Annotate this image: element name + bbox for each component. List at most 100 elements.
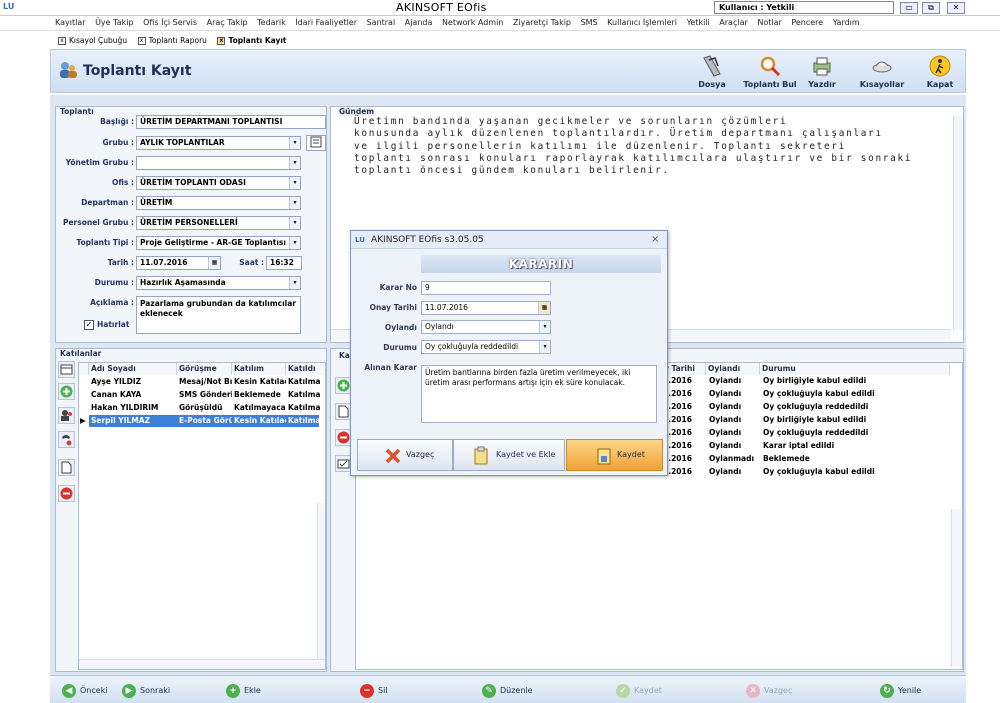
chevron-down-icon[interactable]: ▾ [289,277,300,289]
table-row-katilim[interactable]: Beklemede [232,389,286,401]
karar-row-durumu[interactable]: Oy birliğiyle kabul edildi [761,375,951,387]
sil-button[interactable]: − Sil [360,683,388,699]
column-header-adi-soyadi[interactable]: Adı Soyadı [89,363,177,375]
add-katilimci-button[interactable] [58,383,75,400]
table-row-gorusme[interactable]: E-Posta Görü [177,415,232,427]
menu-ofis-ici-servis[interactable]: Ofis İçi Servis [143,16,197,30]
hatirlat-checkbox[interactable]: ✓ [84,320,94,330]
karar-row-durumu[interactable]: Oy çokluğuyla reddedildi [761,427,951,439]
toplanti-bul-button[interactable]: Toplantı Bul [741,52,799,92]
new-document-button[interactable] [58,459,75,476]
dialog-vazgec-button[interactable]: Vazgeç [357,439,453,471]
remove-katilimci-button[interactable] [58,485,75,502]
karar-row-oylandi[interactable]: Oylandı [707,375,761,387]
phone-button[interactable] [58,431,75,448]
karar-durumu-select[interactable]: Oy çokluğuyla reddedildi ▾ [421,340,551,354]
menu-network-admin[interactable]: Network Admin [442,16,503,30]
ekle-button[interactable]: + Ekle [226,683,261,699]
table-row-gorusme[interactable]: Mesaj/Not Bı [177,376,232,388]
menu-ajanda[interactable]: Ajanda [405,16,433,30]
menu-kullanici-islemleri[interactable]: Kullanıcı İşlemleri [607,16,677,30]
karar-row-durumu[interactable]: Oy birliğiyle kabul edildi [761,414,951,426]
karar-row-oylandi[interactable]: Oylandı [707,401,761,413]
karar-row-oylandi[interactable]: Oylanmadı [707,453,761,465]
table-row-katilim[interactable]: Kesin Katılac [232,376,286,388]
oylandi-select[interactable]: Oylandı ▾ [421,320,551,334]
katilanlar-hscrollbar[interactable] [79,659,325,669]
saat-input[interactable]: 16:32 [266,256,302,270]
tab-kisayol-cubugu[interactable]: x Kısayol Çubuğu [58,32,127,49]
kisayollar-button[interactable]: Kısayollar [853,52,911,92]
menu-uye-takip[interactable]: Üye Takip [95,16,133,30]
karar-row-oylandi[interactable]: Oylandı [707,414,761,426]
baslik-input[interactable]: ÜRETİM DEPARTMANI TOPLANTISI [136,115,326,129]
table-row-katildi[interactable]: Katılma [286,415,325,427]
table-row-katilim[interactable]: Katılmayacal [232,402,286,414]
table-row-katildi[interactable]: Katılma [286,376,325,388]
menu-pencere[interactable]: Pencere [791,16,823,30]
kararlar-scrollbar[interactable] [951,509,961,667]
dialog-close-icon[interactable]: × [651,231,659,249]
users-button[interactable] [58,407,75,424]
dialog-kaydet-button[interactable]: Kaydet [566,439,663,471]
personel-grubu-select[interactable]: ÜRETİM PERSONELLERİ ▾ [136,216,301,230]
close-tab-icon[interactable]: x [217,37,226,45]
column-header-katilim[interactable]: Katılım [232,363,286,375]
restore-button[interactable]: ⧉ [922,2,940,14]
karar-row-oylandi[interactable]: Oylandı [707,440,761,452]
tab-toplanti-kayit[interactable]: x Toplantı Kayıt [217,32,287,49]
close-tab-icon[interactable]: x [137,37,146,45]
yonetim-grubu-select[interactable]: ▾ [136,156,301,170]
kapat-button[interactable]: Kapat [911,52,969,92]
close-tab-icon[interactable]: x [58,37,66,45]
tab-toplanti-raporu[interactable]: x Toplantı Raporu [137,32,207,49]
onceki-button[interactable]: ◀ Önceki [62,683,108,699]
durumu-select[interactable]: Hazırlık Aşamasında ▾ [136,276,301,290]
chevron-down-icon[interactable]: ▾ [539,341,550,353]
column-header-onay-tarihi[interactable]: y Tarihi [662,363,706,375]
chevron-down-icon[interactable]: ▾ [289,177,300,189]
toplanti-tipi-select[interactable]: Proje Geliştirme - AR-GE Toplantısı ▾ [136,236,301,250]
onay-tarihi-input[interactable]: 11.07.2016 ▦ [421,301,551,315]
vazgec-button[interactable]: ✕ Vazgeç [746,683,792,699]
dosya-button[interactable]: Dosya [683,52,741,92]
kaydet-button[interactable]: ✓ Kaydet [616,683,662,699]
column-header-durumu[interactable]: Durumu [760,363,950,375]
menu-sms[interactable]: SMS [581,16,598,30]
chevron-down-icon[interactable]: ▾ [289,217,300,229]
menu-notlar[interactable]: Notlar [757,16,781,30]
ofis-select[interactable]: ÜRETİM TOPLANTI ODASI ▾ [136,176,301,190]
kaydet-ve-ekle-button[interactable]: Kaydet ve Ekle [453,439,565,471]
karar-row-durumu[interactable]: Karar iptal edildi [761,440,951,452]
karar-row-durumu[interactable]: Oy çokluğuyla kabul edildi [761,466,951,478]
aciklama-textarea[interactable]: Pazarlama grubundan da katılımcılar ekle… [136,296,301,334]
menu-idari-faaliyetler[interactable]: İdari Faaliyetler [295,16,357,30]
alinan-karar-textarea[interactable]: Üretim bantlarına birden fazla üretim ve… [421,365,657,423]
karar-row-durumu[interactable]: Oy çokluğuyla reddedildi [761,401,951,413]
menu-yardim[interactable]: Yardım [833,16,860,30]
calendar-icon[interactable]: ▦ [208,257,220,269]
duzenle-button[interactable]: ✎ Düzenle [482,683,533,699]
table-row-gorusme[interactable]: SMS Gönderi [177,389,232,401]
yenile-button[interactable]: ↻ Yenile [880,683,921,699]
karar-row-durumu[interactable]: Oy çokluğuyla kabul edildi [761,388,951,400]
grup-tanim-button[interactable] [306,135,326,151]
minimize-button[interactable]: ▭ [900,2,918,14]
grubu-select[interactable]: AYLIK TOPLANTILAR ▾ [136,136,301,150]
karar-row-oylandi[interactable]: Oylandı [707,427,761,439]
table-row-katilim[interactable]: Kesin Katılac [232,415,286,427]
table-row-adi[interactable]: Serpil YILMAZ [89,415,177,427]
chevron-down-icon[interactable]: ▾ [289,197,300,209]
menu-santral[interactable]: Santral [367,16,396,30]
katilanlar-vscrollbar[interactable] [317,503,325,659]
karar-row-durumu[interactable]: Beklemede [761,453,951,465]
departman-select[interactable]: ÜRETİM ▾ [136,196,301,210]
table-row-adi[interactable]: Ayşe YILDIZ [89,376,177,388]
close-window-button[interactable]: ✕ [947,2,965,14]
calendar-icon[interactable]: ▦ [538,302,550,314]
grid-options-button[interactable] [58,361,75,378]
chevron-down-icon[interactable]: ▾ [289,157,300,169]
tarih-input[interactable]: 11.07.2016 ▦ [136,256,221,270]
table-row-adi[interactable]: Canan KAYA [89,389,177,401]
table-row-katildi[interactable]: Katılma [286,389,325,401]
